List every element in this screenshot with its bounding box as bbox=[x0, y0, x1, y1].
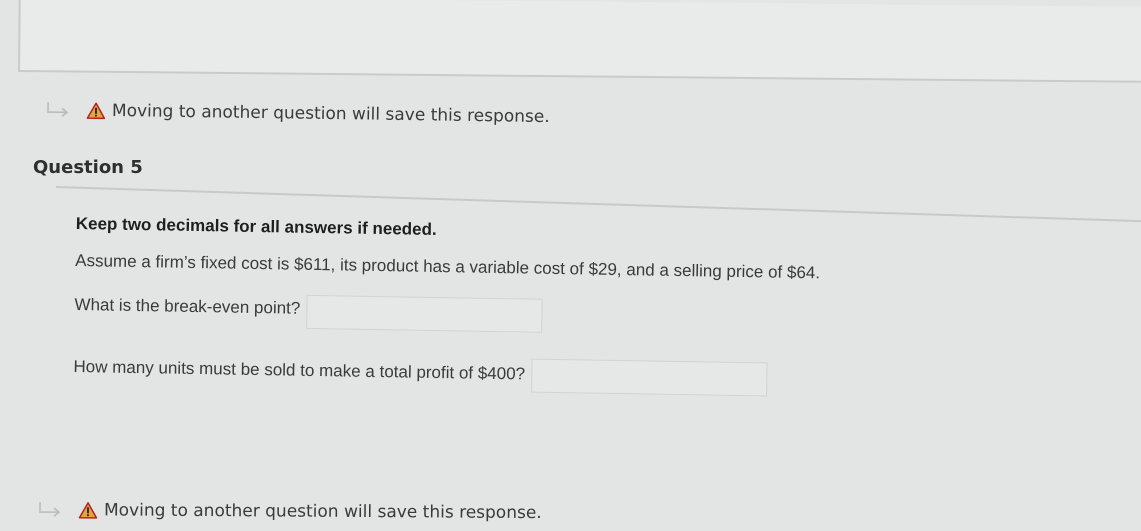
warning-icon bbox=[78, 501, 98, 519]
previous-question-box bbox=[18, 0, 1141, 83]
question-content: Keep two decimals for all answers if nee… bbox=[73, 214, 821, 397]
units-for-profit-answer-input[interactable] bbox=[530, 358, 768, 397]
save-warning-top: Moving to another question will save thi… bbox=[44, 100, 550, 127]
break-even-answer-input[interactable] bbox=[305, 294, 543, 333]
break-even-label: What is the break-even point? bbox=[74, 294, 301, 318]
question-title: Question 5 bbox=[33, 157, 143, 178]
question-instruction: Keep two decimals for all answers if nee… bbox=[75, 214, 437, 239]
return-arrow-icon bbox=[36, 501, 66, 519]
return-arrow-icon bbox=[44, 101, 74, 119]
save-warning-text: Moving to another question will save thi… bbox=[103, 500, 542, 524]
save-warning-text: Moving to another question will save thi… bbox=[111, 100, 550, 128]
units-for-profit-question: How many units must be sold to make a to… bbox=[73, 349, 818, 397]
warning-icon bbox=[86, 102, 106, 120]
break-even-question: What is the break-even point? bbox=[74, 285, 819, 337]
units-for-profit-label: How many units must be sold to make a to… bbox=[73, 356, 526, 384]
question-prompt: Assume a firm’s fixed cost is $611, its … bbox=[75, 250, 821, 283]
save-warning-bottom: Moving to another question will save thi… bbox=[36, 500, 542, 523]
